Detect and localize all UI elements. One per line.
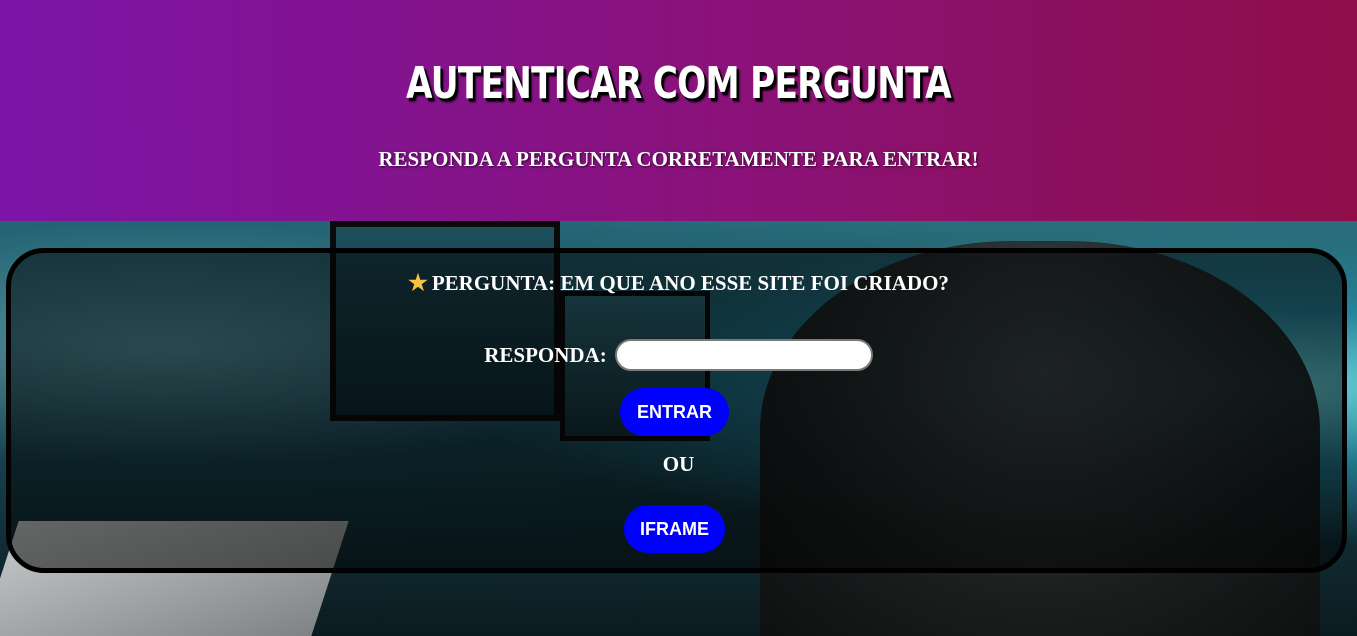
or-separator: OU — [662, 452, 695, 476]
page-header: AUTENTICAR COM PERGUNTA RESPONDA A PERGU… — [0, 0, 1357, 221]
page-title: AUTENTICAR COM PERGUNTA — [406, 58, 952, 109]
page-subtitle: RESPONDA A PERGUNTA CORRETAMENTE PARA EN… — [378, 147, 979, 171]
question-heading: ★ PERGUNTA: EM QUE ANO ESSE SITE FOI CRIA… — [0, 270, 1357, 296]
answer-label: RESPONDA: — [484, 342, 607, 367]
answer-input[interactable] — [614, 339, 873, 371]
answer-row: RESPONDA: — [0, 339, 1357, 371]
enter-button[interactable]: ENTRAR — [620, 388, 729, 436]
iframe-button[interactable]: IFRAME — [624, 505, 725, 553]
question-text: PERGUNTA: EM QUE ANO ESSE SITE FOI CRIAD… — [431, 271, 949, 295]
star-icon: ★ — [408, 270, 428, 295]
